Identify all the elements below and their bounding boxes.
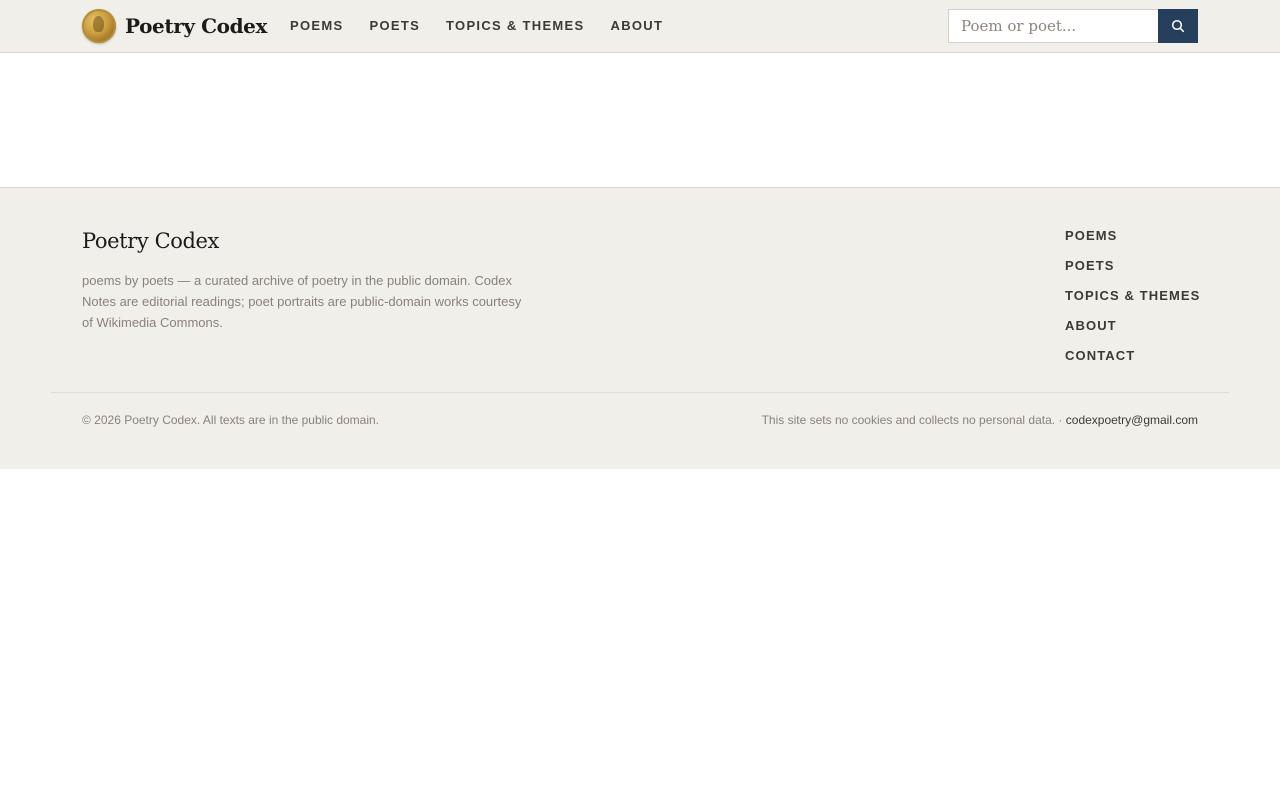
search-input[interactable] bbox=[948, 9, 1158, 43]
footer-nav-contact[interactable]: CONTACT bbox=[1065, 347, 1200, 377]
nav-poems[interactable]: POEMS bbox=[290, 18, 343, 33]
footer-nav-topics-themes[interactable]: TOPICS & THEMES bbox=[1065, 287, 1200, 317]
nav-poets[interactable]: POETS bbox=[369, 18, 420, 33]
search-form bbox=[948, 9, 1198, 43]
nav-topics-themes[interactable]: TOPICS & THEMES bbox=[446, 18, 584, 33]
search-button[interactable] bbox=[1158, 9, 1198, 43]
footer-brand: Poetry Codex bbox=[82, 229, 219, 253]
privacy-text: This site sets no cookies and collects n… bbox=[761, 413, 1066, 427]
privacy-notice: This site sets no cookies and collects n… bbox=[762, 413, 1198, 427]
logo-medallion-icon bbox=[82, 9, 116, 43]
footer-divider bbox=[51, 392, 1229, 393]
home-logo-link[interactable]: Poetry Codex bbox=[82, 9, 267, 43]
copyright-text: © 2026 Poetry Codex. All texts are in th… bbox=[82, 413, 380, 427]
site-header: Poetry Codex POEMS POETS TOPICS & THEMES… bbox=[0, 0, 1280, 53]
footer-description: poems by poets — a curated archive of po… bbox=[82, 273, 522, 330]
footer-nav-about[interactable]: ABOUT bbox=[1065, 317, 1200, 347]
site-footer: Poetry Codex poems by poets — a curated … bbox=[0, 187, 1280, 469]
main-nav: POEMS POETS TOPICS & THEMES ABOUT bbox=[290, 0, 689, 50]
contact-email-link[interactable]: codexpoetry@gmail.com bbox=[1066, 413, 1198, 427]
brand-name: Poetry Codex bbox=[125, 14, 268, 38]
nav-about[interactable]: ABOUT bbox=[611, 18, 664, 33]
search-icon bbox=[1171, 19, 1185, 33]
footer-nav: POEMS POETS TOPICS & THEMES ABOUT CONTAC… bbox=[1065, 227, 1200, 377]
footer-nav-poems[interactable]: POEMS bbox=[1065, 227, 1200, 257]
footer-nav-poets[interactable]: POETS bbox=[1065, 257, 1200, 287]
